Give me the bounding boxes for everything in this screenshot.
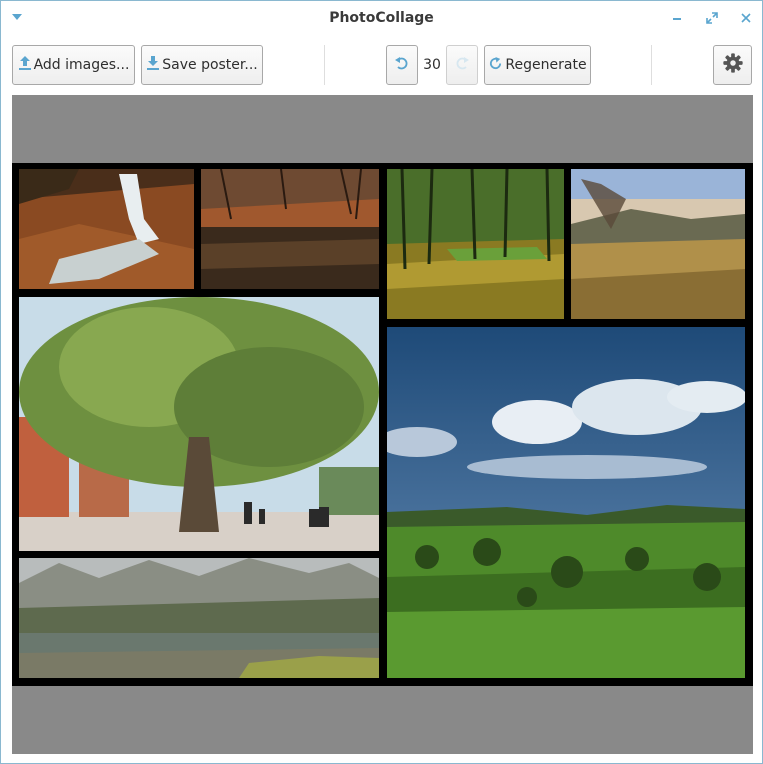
collage-canvas[interactable]	[12, 95, 753, 754]
minimize-icon[interactable]	[669, 9, 687, 27]
app-window: PhotoCollage Add images... Save poster..…	[0, 0, 763, 764]
photo-meadow-hills[interactable]	[571, 169, 745, 319]
add-images-button[interactable]: Add images...	[12, 45, 135, 85]
collage-poster[interactable]	[12, 163, 753, 686]
photo-mountain-lake[interactable]	[19, 558, 379, 678]
photo-waterfall[interactable]	[19, 169, 194, 289]
history-count: 30	[423, 57, 441, 73]
save-poster-button[interactable]: Save poster...	[141, 45, 263, 85]
regenerate-button[interactable]: Regenerate	[484, 45, 591, 85]
maximize-icon[interactable]	[703, 9, 721, 27]
gear-icon	[722, 52, 744, 78]
regenerate-label: Regenerate	[505, 57, 587, 73]
close-icon[interactable]	[737, 9, 755, 27]
save-poster-label: Save poster...	[162, 57, 258, 73]
toolbar-separator	[651, 45, 652, 85]
toolbar: Add images... Save poster... 30 Regenera…	[1, 37, 762, 93]
upload-arrow-icon	[18, 55, 32, 75]
redo-icon	[454, 55, 470, 75]
photo-forest-clearing[interactable]	[387, 169, 564, 319]
window-title: PhotoCollage	[329, 10, 434, 26]
download-arrow-icon	[146, 55, 160, 75]
undo-button[interactable]	[386, 45, 418, 85]
add-images-label: Add images...	[33, 57, 130, 73]
toolbar-separator	[324, 45, 325, 85]
photo-green-valley[interactable]	[387, 327, 745, 678]
undo-icon	[394, 55, 410, 75]
redo-button[interactable]	[446, 45, 478, 85]
photo-city-tree[interactable]	[19, 297, 379, 551]
refresh-icon	[488, 56, 503, 75]
photo-forest-pond[interactable]	[201, 169, 379, 289]
title-bar: PhotoCollage	[1, 1, 762, 35]
settings-button[interactable]	[713, 45, 752, 85]
